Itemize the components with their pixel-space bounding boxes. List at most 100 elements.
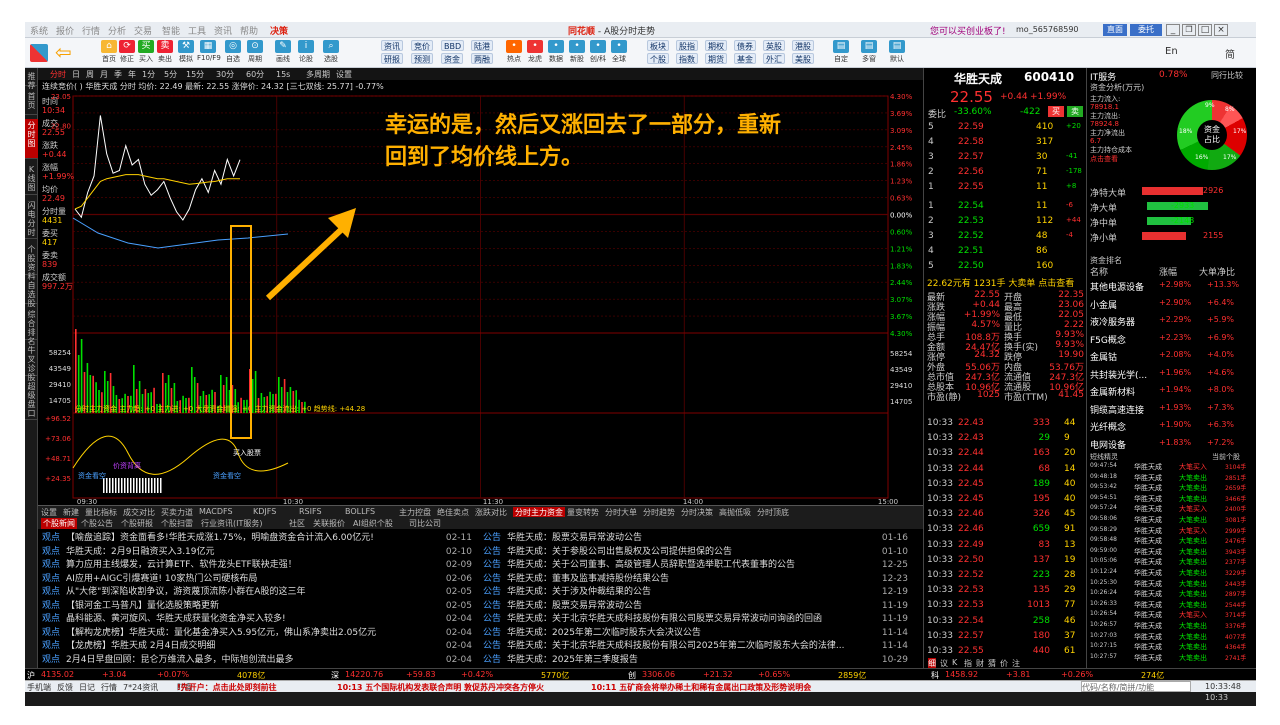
- market-tab-6[interactable]: 个股: [647, 53, 669, 64]
- news-right-item-8[interactable]: 公告 华胜天成：关于北京华胜天成科技股份有限公司2025年第二次临时股东大会的法律…: [483, 639, 908, 653]
- news-left-item-8[interactable]: 观点 【龙虎榜】华胜天成 2月4日成交明细 02-04: [42, 639, 472, 653]
- sector-compare-link[interactable]: 同行比较: [1211, 70, 1243, 81]
- news-tab-1[interactable]: 个股公告: [81, 518, 113, 529]
- wiz-stock-1[interactable]: 华胜天成: [1134, 473, 1162, 483]
- news-right-item-4[interactable]: 公告 华胜天成：关于涉及仲裁结果的公告 12-19: [483, 585, 908, 599]
- news-tab-6[interactable]: 关联报价: [313, 518, 345, 529]
- market-tab-4[interactable]: 英股: [763, 40, 785, 51]
- minimize-icon[interactable]: _: [1166, 24, 1180, 36]
- toolbar-tab-4[interactable]: 研报: [381, 53, 403, 64]
- search-input[interactable]: 代码/名称/简拼/功能: [1081, 681, 1191, 692]
- toolbar-feature-4[interactable]: • 创/科: [587, 40, 609, 66]
- market-tab-1[interactable]: 股指: [676, 40, 698, 51]
- sidebar-item-1[interactable]: 首页: [25, 90, 38, 115]
- menu-item-5[interactable]: 智能: [162, 24, 180, 37]
- market-tab-3[interactable]: 债券: [734, 40, 756, 51]
- sidebar-item-2[interactable]: 分时图: [25, 119, 38, 159]
- lang-simplified[interactable]: 简: [1225, 46, 1235, 61]
- buy-button[interactable]: 买: [1048, 106, 1064, 117]
- news-left-item-6[interactable]: 观点 晶科能源、黄河旋风、华胜天成获量化资金净买入较多! 02-04: [42, 612, 472, 626]
- news-tab-7[interactable]: AI组织个股: [353, 518, 393, 529]
- news-right-item-2[interactable]: 公告 华胜天成：关于公司董事、高级管理人员辞职暨选举职工代表董事的公告 12-25: [483, 558, 908, 572]
- toolbar-extra-0[interactable]: ▤ 自定: [830, 40, 852, 66]
- news-left-item-3[interactable]: 观点 AI应用+AIGC引爆赛道! 10家热门公司硬核布局 02-06: [42, 572, 472, 586]
- news-right-title-0[interactable]: 华胜天成：股票交易异常波动公告: [507, 533, 642, 543]
- market-tab-2[interactable]: 期权: [705, 40, 727, 51]
- wizard-select[interactable]: 当前个股: [1212, 452, 1240, 462]
- news-left-item-0[interactable]: 观点 【喻盘追踪】资金面看多!华胜天成涨1.75%，明喻盘资金合计流入6.00亿元…: [42, 531, 472, 545]
- rank-name-9[interactable]: 电网设备: [1090, 438, 1158, 451]
- toolbar-button-8[interactable]: ⊙ 周期: [244, 40, 266, 66]
- news-right-title-1[interactable]: 华胜天成：关于参股公司出售股权及公司提供担保的公告: [507, 547, 732, 557]
- toolbar-button-4[interactable]: 卖卖出: [154, 40, 176, 66]
- news-left-title-4[interactable]: 从"大佬"到深陷收割争议，游资蔑顶流陈小群在A股的这三年: [66, 587, 305, 597]
- period-tab-2[interactable]: 周: [86, 70, 94, 79]
- wiz-stock-7[interactable]: 华胜天成: [1134, 536, 1162, 546]
- sidebar-item-9[interactable]: 超级盘口: [25, 380, 38, 420]
- wiz-stock-17[interactable]: 华胜天成: [1134, 642, 1162, 652]
- news-right-title-6[interactable]: 华胜天成：关于北京华胜天成科技股份有限公司股票交易异常波动问询函的回函: [507, 614, 822, 624]
- sidebar-item-7[interactable]: 综合排名: [25, 308, 38, 346]
- period-tab-11[interactable]: 15s: [276, 70, 290, 79]
- news-tab-8[interactable]: 司比公司: [409, 518, 441, 529]
- toolbar-button-6[interactable]: ▦ F10/F9: [197, 40, 221, 66]
- toolbar-button-11[interactable]: ⌕ 选股: [320, 40, 342, 66]
- period-tab-12[interactable]: 多周期: [306, 69, 330, 79]
- market-tab-0[interactable]: 板块: [647, 40, 669, 51]
- wiz-stock-12[interactable]: 华胜天成: [1134, 589, 1162, 599]
- market-tab-9[interactable]: 基金: [734, 53, 756, 64]
- sidebar-item-6[interactable]: 自选股: [25, 279, 38, 308]
- back-arrow-icon[interactable]: ⇦: [55, 42, 77, 64]
- rank-name-1[interactable]: 小金属: [1090, 298, 1158, 311]
- sidebar-item-0[interactable]: 推荐: [25, 70, 38, 90]
- news-tab-3[interactable]: 个股扫雷: [161, 518, 193, 529]
- toolbar-button-10[interactable]: i 论股: [295, 40, 317, 66]
- toolbar-tab-5[interactable]: 预测: [411, 53, 433, 64]
- wiz-stock-10[interactable]: 华胜天成: [1134, 568, 1162, 578]
- market-tab-11[interactable]: 美股: [792, 53, 814, 64]
- news-tab-4[interactable]: 行业资讯(IT服务): [201, 518, 263, 529]
- indicator-tab-5[interactable]: MACDFS: [199, 507, 233, 516]
- period-tab-3[interactable]: 月: [100, 70, 108, 79]
- news-right-title-9[interactable]: 华胜天成：2025年第三季度报告: [507, 655, 638, 665]
- notice-text[interactable]: 您可以买创业板了!: [930, 24, 1006, 37]
- period-tab-1[interactable]: 日: [72, 70, 80, 79]
- news-tab-5[interactable]: 社区: [289, 518, 305, 529]
- news-left-item-9[interactable]: 观点 2月4日早盘回顾：昆仑万维流入最多，中际旭创流出最多 02-04: [42, 653, 472, 667]
- toolbar-feature-0[interactable]: • 热点: [503, 40, 525, 66]
- period-tab-6[interactable]: 1分: [142, 70, 155, 79]
- toolbar-tab-7[interactable]: 两融: [471, 53, 493, 64]
- period-tab-7[interactable]: 5分: [164, 70, 177, 79]
- wiz-stock-11[interactable]: 华胜天成: [1134, 579, 1162, 589]
- news-left-title-7[interactable]: 【解构龙虎榜】华胜天成：量化基金净买入5.95亿元，佛山系净卖出2.05亿元: [66, 628, 376, 638]
- news-left-item-7[interactable]: 观点 【解构龙虎榜】华胜天成：量化基金净买入5.95亿元，佛山系净卖出2.05亿元…: [42, 626, 472, 640]
- news-tab-2[interactable]: 个股研报: [121, 518, 153, 529]
- market-tab-5[interactable]: 港股: [792, 40, 814, 51]
- indicator-tab-6[interactable]: KDJFS: [253, 507, 276, 516]
- sell-button[interactable]: 卖: [1067, 106, 1083, 117]
- entrust-button[interactable]: 委托: [1130, 24, 1162, 36]
- news-left-item-4[interactable]: 观点 从"大佬"到深陷收割争议，游资蔑顶流陈小群在A股的这三年 02-05: [42, 585, 472, 599]
- period-tab-8[interactable]: 15分: [186, 70, 204, 79]
- indicator-tab-7[interactable]: RSIFS: [299, 507, 322, 516]
- app-menu-icon[interactable]: [30, 44, 48, 62]
- wiz-stock-18[interactable]: 华胜天成: [1134, 653, 1162, 663]
- direct-button[interactable]: 直面: [1103, 24, 1127, 36]
- menu-item-6[interactable]: 工具: [188, 24, 206, 37]
- close-icon[interactable]: ×: [1214, 24, 1228, 36]
- rank-head-1[interactable]: 涨幅: [1159, 265, 1177, 278]
- menu-item-4[interactable]: 交易: [134, 24, 152, 37]
- flow-line-7[interactable]: 点击查看: [1090, 154, 1118, 164]
- rank-name-3[interactable]: F5G概念: [1090, 333, 1158, 346]
- toolbar-button-5[interactable]: ⚒ 模拟: [175, 40, 197, 66]
- sidebar-item-4[interactable]: 闪电分时: [25, 199, 38, 239]
- menu-item-2[interactable]: 行情: [82, 24, 100, 37]
- wiz-stock-4[interactable]: 华胜天成: [1134, 504, 1162, 514]
- news-right-item-9[interactable]: 公告 华胜天成：2025年第三季度报告 10-29: [483, 653, 908, 667]
- sidebar-item-5[interactable]: 个股资料: [25, 243, 38, 281]
- news-left-title-9[interactable]: 2月4日早盘回顾：昆仑万维流入最多，中际旭创流出最多: [66, 655, 293, 665]
- sidebar-item-8[interactable]: 牛叉诊股: [25, 344, 38, 382]
- wiz-stock-9[interactable]: 华胜天成: [1134, 557, 1162, 567]
- menu-item-8[interactable]: 帮助: [240, 24, 258, 37]
- news-left-title-0[interactable]: 【喻盘追踪】资金面看多!华胜天成涨1.75%，明喻盘资金合计流入6.00亿元!: [66, 533, 374, 543]
